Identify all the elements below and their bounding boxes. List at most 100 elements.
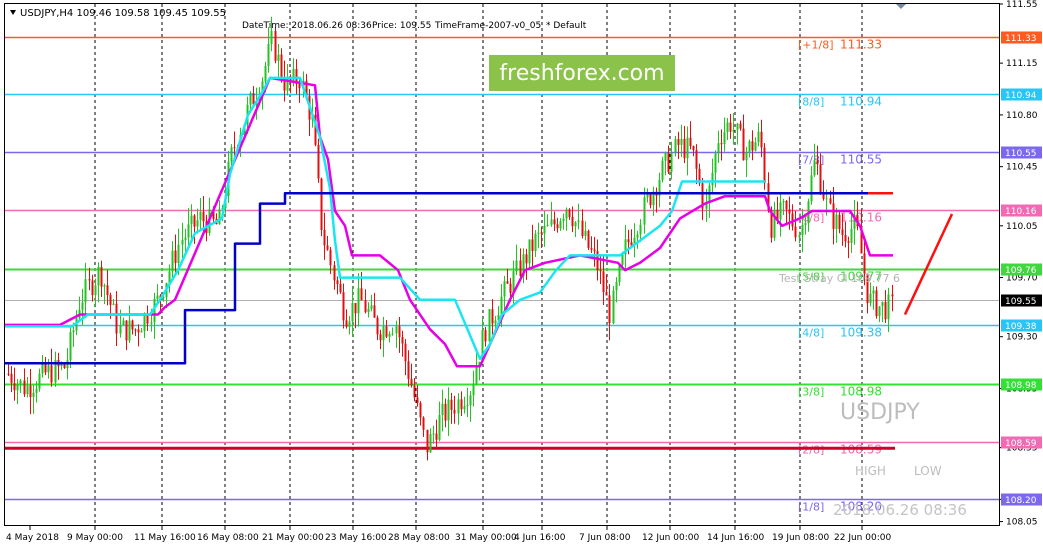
candle-body: [643, 197, 646, 225]
candle-body: [267, 43, 270, 66]
level-price-tag-label: 110.94: [1005, 91, 1037, 101]
candle-body: [38, 373, 41, 389]
candle-body: [150, 322, 153, 324]
mode-label: * Default: [546, 21, 587, 31]
candle-body: [339, 284, 342, 293]
candle-body: [599, 270, 602, 272]
candle-body: [881, 301, 884, 307]
candle-body: [503, 281, 506, 297]
candle-body: [29, 385, 32, 397]
datetime-label: DateTime: 2018.06.26 08:36: [242, 21, 372, 31]
candle-body: [447, 399, 450, 421]
candle-body: [177, 244, 180, 264]
candle-body: [84, 279, 87, 303]
candle-body: [717, 143, 720, 154]
level-price-tag-label: 110.55: [1005, 149, 1037, 159]
candle-body: [317, 144, 320, 179]
candle-body: [450, 399, 453, 410]
candle-body: [19, 380, 22, 385]
candle-body: [763, 147, 766, 184]
murrey-level-label: [4/8]: [798, 327, 824, 340]
candle-body: [732, 129, 735, 132]
chart-root: [+1/8]111.33[8/8]110.94[7/8]110.55[6/8]1…: [0, 0, 1043, 549]
candle-body: [739, 123, 742, 129]
candle-body: [91, 280, 94, 296]
overlay-timestamp: 2018.06.26 08:36: [833, 501, 967, 519]
candle-body: [559, 221, 562, 229]
candle-body: [395, 326, 398, 334]
candle-body: [621, 254, 624, 265]
candle-body: [360, 288, 363, 301]
candle-body: [612, 290, 615, 324]
candle-body: [689, 137, 692, 147]
candle-body: [16, 384, 19, 391]
candle-body: [364, 300, 367, 313]
candle-body: [13, 383, 16, 391]
candle-body: [832, 203, 835, 229]
candle-body: [187, 224, 190, 238]
candle-body: [382, 326, 385, 341]
candle-body: [829, 198, 832, 204]
candle-body: [174, 250, 177, 264]
murrey-level-value: 110.94: [840, 95, 882, 109]
candle-body: [50, 365, 53, 383]
level-price-tag-label: 108.20: [1005, 496, 1037, 506]
candle-body: [345, 320, 348, 327]
candle-body: [565, 209, 568, 219]
candle-body: [794, 226, 797, 238]
candle-body: [94, 285, 97, 296]
candle-body: [500, 296, 503, 315]
candle-body: [336, 280, 339, 285]
candle-body: [410, 378, 413, 386]
candle-body: [119, 325, 122, 334]
candle-body: [534, 233, 537, 251]
candle-body: [391, 333, 394, 335]
candle-body: [199, 211, 202, 221]
candle-body: [568, 209, 571, 218]
candle-body: [494, 320, 497, 324]
candle-body: [581, 220, 584, 236]
candle-body: [519, 260, 522, 277]
price-chart[interactable]: [+1/8]111.33[8/8]110.94[7/8]110.55[6/8]1…: [0, 0, 1043, 549]
candle-body: [270, 30, 273, 44]
candle-body: [863, 253, 866, 274]
candle-body: [584, 230, 587, 236]
candle-body: [398, 326, 401, 338]
candle-body: [351, 302, 354, 322]
candle-body: [277, 54, 280, 61]
candle-body: [847, 241, 850, 243]
candle-body: [819, 164, 822, 193]
candle-body: [274, 30, 277, 61]
candle-body: [103, 285, 106, 287]
y-tick-label: 110.80: [1006, 111, 1038, 121]
candle-body: [816, 160, 819, 165]
faded-level-note: Test Stray Cl 109.77 6: [778, 272, 900, 285]
candle-body: [444, 403, 447, 421]
candle-body: [354, 302, 357, 314]
candle-body: [348, 321, 351, 327]
candle-body: [742, 128, 745, 161]
candle-body: [106, 285, 109, 295]
level-price-tag-label: 110.16: [1005, 207, 1037, 217]
candle-body: [683, 138, 686, 159]
candle-body: [453, 409, 456, 414]
candle-body: [810, 175, 813, 202]
candle-body: [667, 152, 670, 172]
candle-body: [875, 290, 878, 317]
candle-body: [754, 142, 757, 151]
candle-body: [577, 220, 580, 223]
candle-body: [469, 395, 472, 406]
candle-body: [850, 228, 853, 243]
candle-body: [528, 239, 531, 264]
candle-body: [323, 230, 326, 246]
candle-body: [357, 288, 360, 314]
y-tick-label: 108.05: [1006, 518, 1038, 528]
candle-body: [736, 123, 739, 130]
candle-body: [426, 429, 429, 453]
candle-body: [298, 84, 301, 89]
candle-body: [605, 292, 608, 296]
candle-body: [537, 232, 540, 234]
candle-body: [801, 224, 804, 236]
candle-body: [109, 294, 112, 305]
candle-body: [137, 329, 140, 333]
